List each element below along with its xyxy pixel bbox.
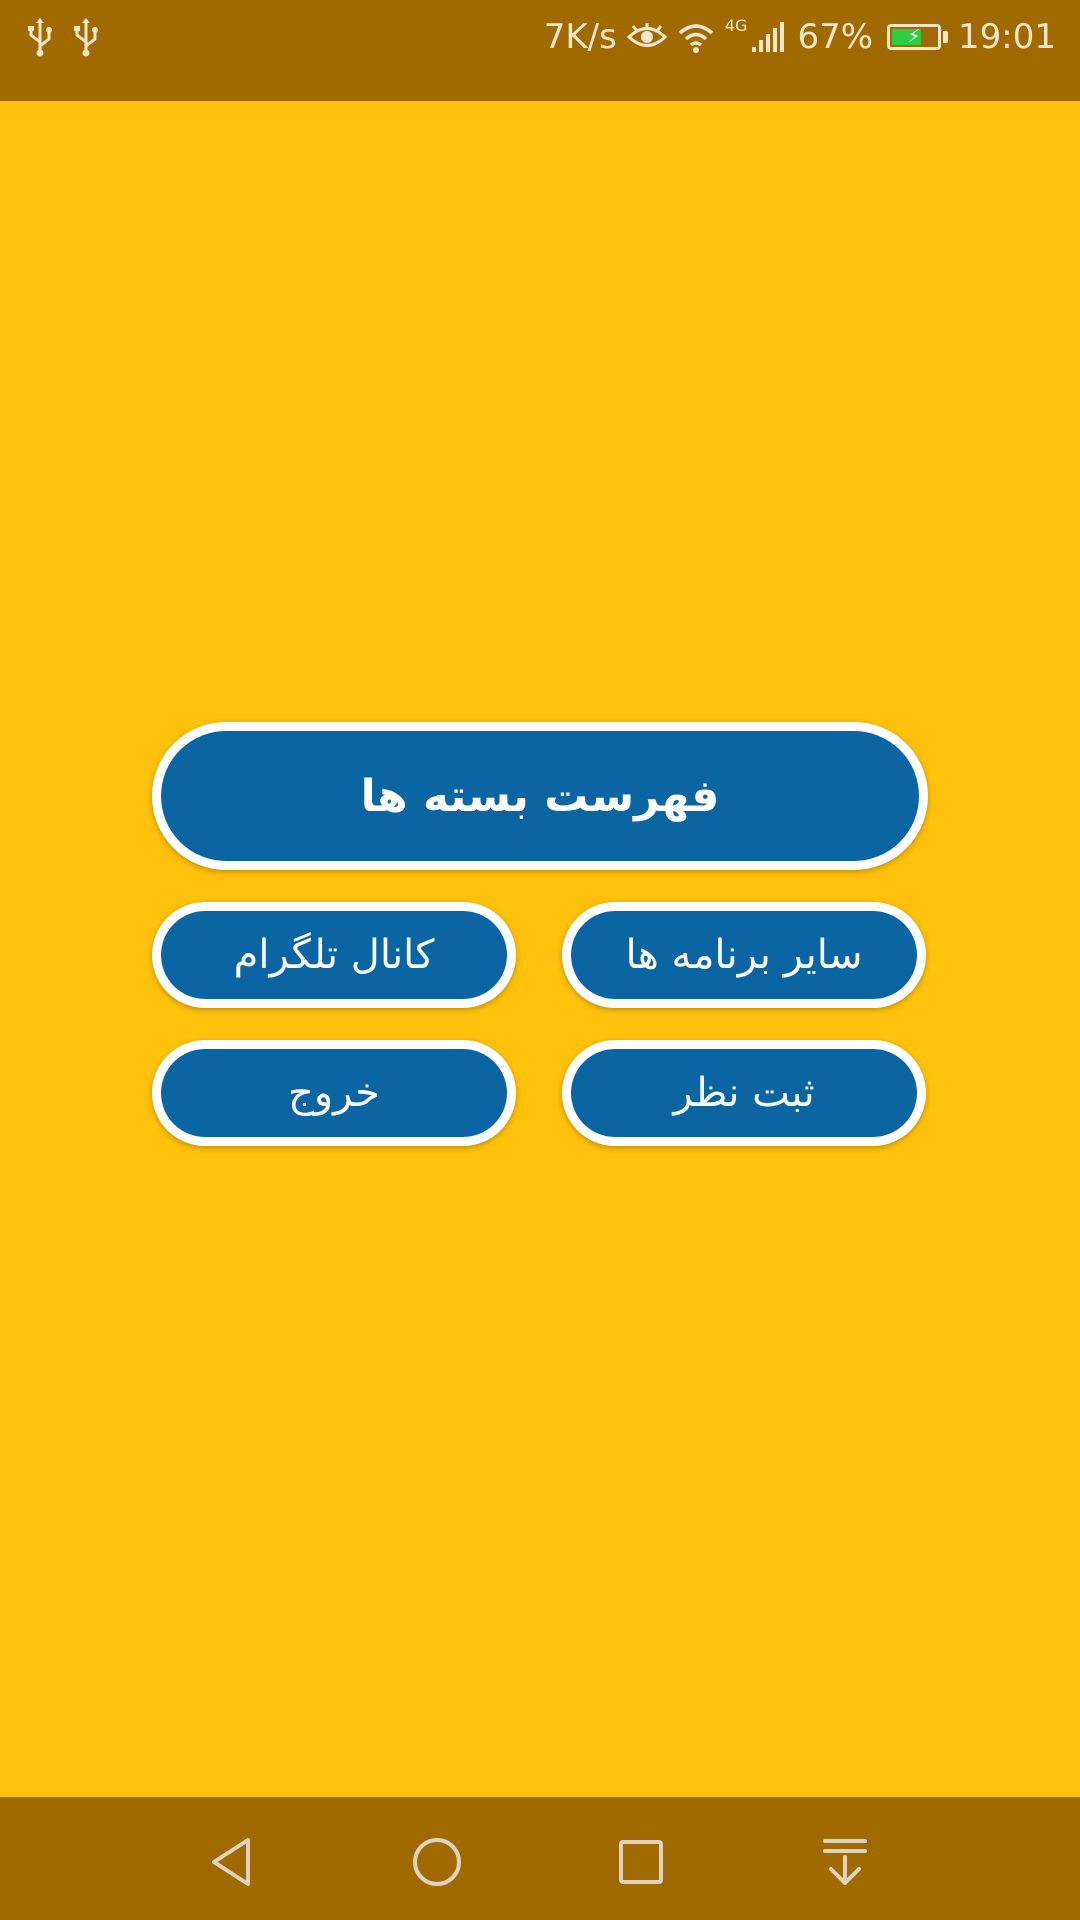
battery-percent: 67% [797, 17, 874, 57]
net-speed: 7K/s [543, 17, 617, 57]
charging-bolt-icon: ⚡ [907, 26, 921, 47]
wifi-icon [678, 24, 714, 53]
status-right-area: 7K/s 4G 67% ⚡ 19:01 [544, 12, 1056, 62]
telegram-channel-button[interactable]: کانال تلگرام [152, 902, 516, 1008]
exit-label: خروج [288, 1070, 380, 1116]
home-icon[interactable] [410, 1835, 464, 1889]
package-list-button[interactable]: فهرست بسته ها [152, 722, 928, 870]
recents-icon[interactable] [614, 1835, 668, 1889]
usb-icon [28, 18, 52, 57]
signal-icon [752, 22, 785, 52]
notification-pull-icon[interactable] [818, 1835, 872, 1889]
battery-tip [943, 31, 949, 43]
submit-review-button[interactable]: ثبت نظر [562, 1040, 926, 1146]
package-list-label: فهرست بسته ها [360, 770, 720, 822]
submit-review-label: ثبت نظر [673, 1070, 815, 1116]
other-apps-button[interactable]: سایر برنامه ها [562, 902, 926, 1008]
exit-button[interactable]: خروج [152, 1040, 516, 1146]
network-type: 4G [724, 15, 748, 35]
telegram-channel-label: کانال تلگرام [233, 932, 435, 978]
eye-icon [626, 23, 667, 47]
usb-icon [74, 18, 98, 57]
other-apps-label: سایر برنامه ها [625, 932, 863, 978]
status-bar: 7K/s 4G 67% ⚡ 19:01 [0, 0, 1080, 101]
battery-icon: ⚡ [887, 24, 942, 50]
navigation-bar [0, 1797, 1080, 1920]
clock: 19:01 [958, 17, 1056, 57]
back-icon[interactable] [206, 1835, 260, 1889]
status-left-icons [26, 18, 100, 58]
